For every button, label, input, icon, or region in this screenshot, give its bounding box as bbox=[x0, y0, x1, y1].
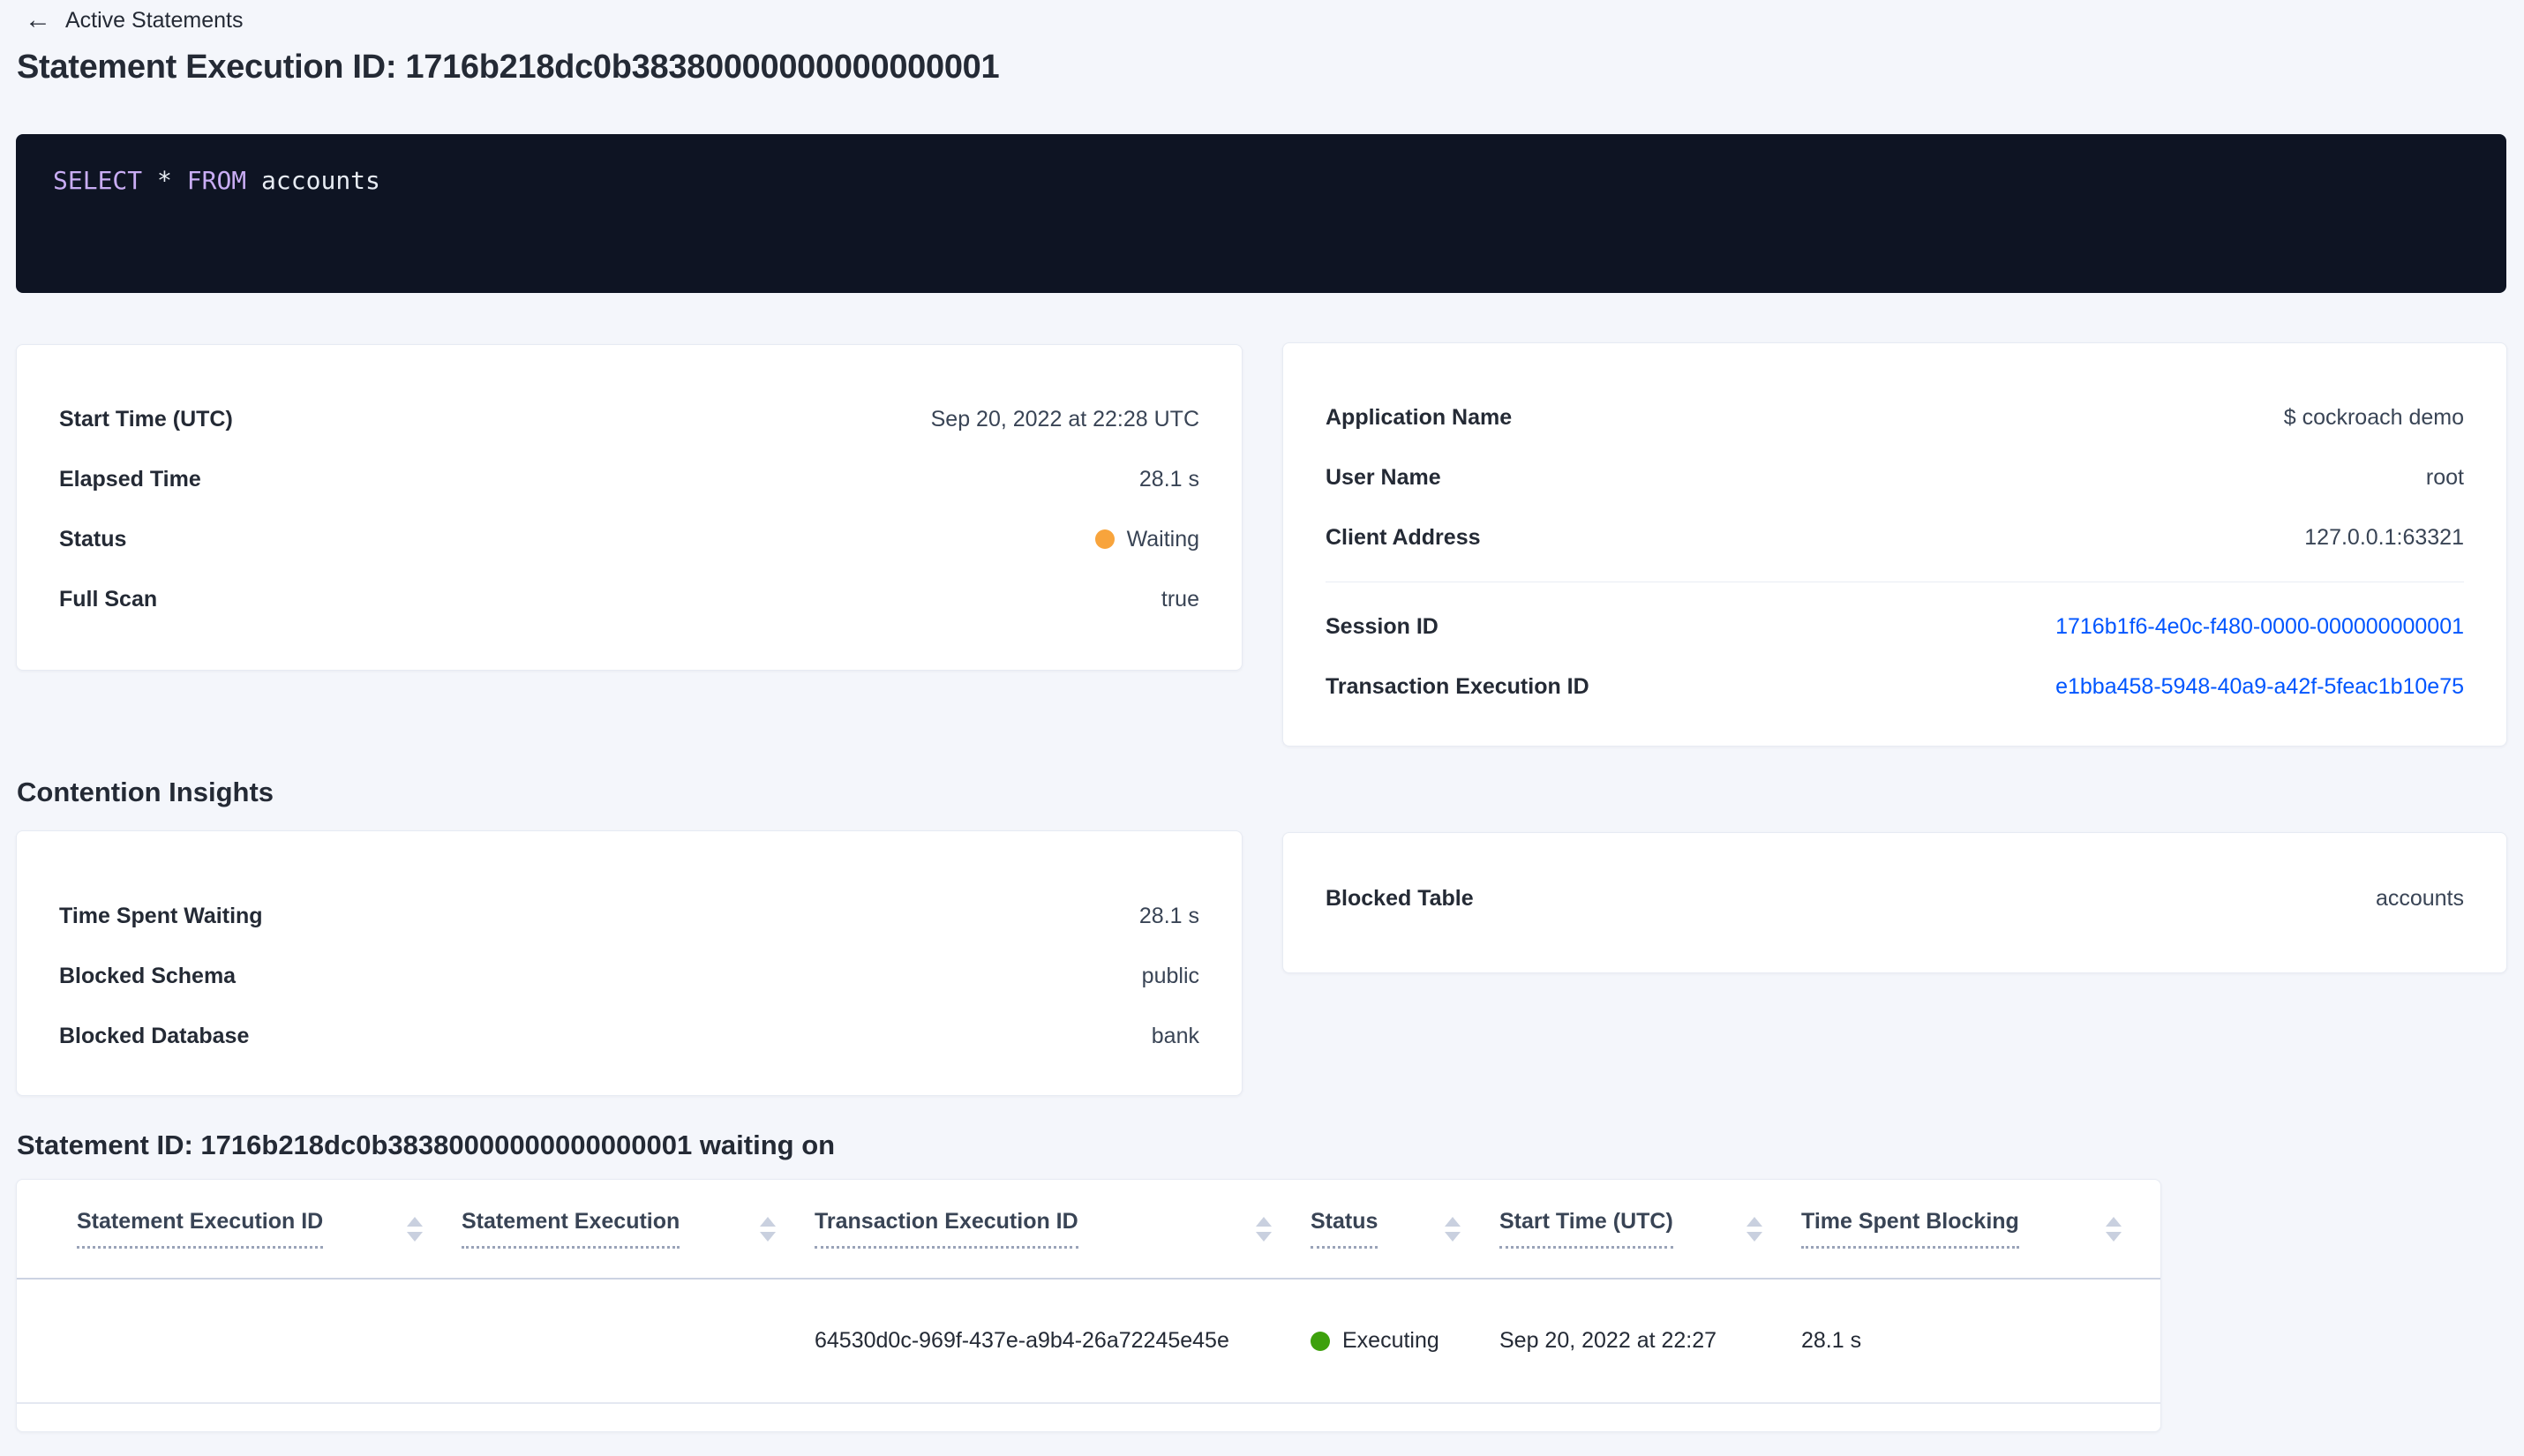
info-row-start-time: Start Time (UTC) Sep 20, 2022 at 22:28 U… bbox=[59, 389, 1199, 449]
info-value: 127.0.0.1:63321 bbox=[2304, 524, 2464, 550]
info-value: root bbox=[2425, 464, 2464, 490]
session-details-card: Application Name $ cockroach demo User N… bbox=[1282, 342, 2507, 747]
info-row-full-scan: Full Scan true bbox=[59, 569, 1199, 629]
info-label: Time Spent Waiting bbox=[59, 903, 263, 928]
cell-time-spent-blocking: 28.1 s bbox=[1801, 1328, 1862, 1353]
statement-details-page: { "colors": { "page_background": "#f4f6f… bbox=[0, 0, 2524, 1456]
sql-keyword-select: SELECT bbox=[53, 166, 143, 195]
sort-up-arrow-icon bbox=[2106, 1216, 2122, 1227]
info-row-session-id: Session ID 1716b1f6-4e0c-f480-0000-00000… bbox=[1326, 597, 2464, 657]
sql-statement: SELECT * FROM accounts bbox=[53, 164, 2469, 198]
sql-operator: * bbox=[142, 166, 187, 195]
sort-down-arrow-icon bbox=[407, 1231, 423, 1242]
back-link-label[interactable]: Active Statements bbox=[65, 8, 243, 34]
info-label: Start Time (UTC) bbox=[59, 406, 233, 432]
sort-up-arrow-icon bbox=[760, 1216, 776, 1227]
info-label: Client Address bbox=[1326, 524, 1481, 550]
sql-statement-box: SELECT * FROM accounts bbox=[16, 134, 2506, 293]
info-row-status: Status Waiting bbox=[59, 509, 1199, 569]
info-label: Blocked Database bbox=[59, 1023, 250, 1048]
info-value: true bbox=[1161, 586, 1199, 612]
blocked-table-card: Blocked Table accounts bbox=[1282, 832, 2507, 973]
table-header-row: Statement Execution ID Statement Executi… bbox=[17, 1180, 2160, 1280]
column-header-statement-execution-id: Statement Execution ID bbox=[77, 1209, 462, 1249]
column-header-transaction-execution-id: Transaction Execution ID bbox=[815, 1209, 1311, 1249]
waiting-on-table-card: Statement Execution ID Statement Executi… bbox=[16, 1179, 2161, 1432]
info-value: public bbox=[1141, 963, 1199, 988]
info-value: accounts bbox=[2375, 885, 2464, 911]
info-label: Application Name bbox=[1326, 404, 1513, 430]
status-text: Executing bbox=[1342, 1328, 1439, 1353]
sort-down-arrow-icon bbox=[1747, 1231, 1762, 1242]
info-label: Blocked Table bbox=[1326, 885, 1474, 911]
info-value: 28.1 s bbox=[1138, 903, 1199, 928]
column-header-label[interactable]: Time Spent Blocking bbox=[1801, 1209, 2019, 1249]
sort-icon[interactable] bbox=[2106, 1216, 2122, 1242]
column-header-label[interactable]: Transaction Execution ID bbox=[815, 1209, 1078, 1249]
sort-icon[interactable] bbox=[1256, 1216, 1272, 1242]
sql-table-ref: accounts bbox=[246, 166, 380, 195]
info-row-time-spent-waiting: Time Spent Waiting 28.1 s bbox=[59, 886, 1199, 946]
column-header-label[interactable]: Status bbox=[1311, 1209, 1378, 1249]
cell-start-time: Sep 20, 2022 at 22:27 bbox=[1499, 1328, 1717, 1353]
info-row-blocked-database: Blocked Database bank bbox=[59, 1006, 1199, 1066]
contention-insights-heading: Contention Insights bbox=[17, 777, 274, 807]
info-label: Transaction Execution ID bbox=[1326, 673, 1589, 699]
sort-up-arrow-icon bbox=[1747, 1216, 1762, 1227]
sort-icon[interactable] bbox=[1445, 1216, 1461, 1242]
sort-down-arrow-icon bbox=[1256, 1231, 1272, 1242]
sort-up-arrow-icon bbox=[1256, 1216, 1272, 1227]
execution-overview-card: Start Time (UTC) Sep 20, 2022 at 22:28 U… bbox=[16, 344, 1243, 671]
session-id-link[interactable]: 1716b1f6-4e0c-f480-0000-000000000001 bbox=[2055, 614, 2464, 640]
transaction-execution-id-link[interactable]: e1bba458-5948-40a9-a42f-5feac1b10e75 bbox=[2055, 674, 2464, 700]
info-value: $ cockroach demo bbox=[2283, 404, 2464, 430]
table-row: 64530d0c-969f-437e-a9b4-26a72245e45e Exe… bbox=[17, 1280, 2160, 1404]
info-row-blocked-schema: Blocked Schema public bbox=[59, 946, 1199, 1006]
info-row-client-address: Client Address 127.0.0.1:63321 bbox=[1326, 507, 2464, 567]
sort-down-arrow-icon bbox=[760, 1231, 776, 1242]
sql-keyword-from: FROM bbox=[186, 166, 247, 195]
column-header-time-spent-blocking: Time Spent Blocking bbox=[1801, 1209, 2160, 1249]
info-row-user-name: User Name root bbox=[1326, 447, 2464, 507]
sort-down-arrow-icon bbox=[1445, 1231, 1461, 1242]
waiting-on-heading: Statement ID: 1716b218dc0b38380000000000… bbox=[17, 1130, 836, 1160]
status-text: Waiting bbox=[1126, 526, 1199, 552]
info-label: Session ID bbox=[1326, 613, 1439, 639]
sort-icon[interactable] bbox=[407, 1216, 423, 1242]
cell-transaction-execution-id: 64530d0c-969f-437e-a9b4-26a72245e45e bbox=[815, 1328, 1229, 1353]
info-value: 28.1 s bbox=[1138, 466, 1199, 492]
cell-status: Executing bbox=[1311, 1328, 1499, 1354]
status-waiting-dot-icon bbox=[1094, 529, 1115, 549]
sort-icon[interactable] bbox=[1747, 1216, 1762, 1242]
info-label: Status bbox=[59, 526, 127, 552]
info-row-application-name: Application Name $ cockroach demo bbox=[1326, 387, 2464, 447]
page-title: Statement Execution ID: 1716b218dc0b3838… bbox=[17, 49, 1000, 86]
sort-up-arrow-icon bbox=[1445, 1216, 1461, 1227]
info-value: Sep 20, 2022 at 22:28 UTC bbox=[930, 406, 1199, 432]
column-header-label[interactable]: Start Time (UTC) bbox=[1499, 1209, 1673, 1249]
back-arrow-icon[interactable]: ← bbox=[25, 7, 51, 34]
column-header-start-time: Start Time (UTC) bbox=[1499, 1209, 1801, 1249]
sort-icon[interactable] bbox=[760, 1216, 776, 1242]
column-header-statement-execution: Statement Execution bbox=[462, 1209, 815, 1249]
info-label: Blocked Schema bbox=[59, 963, 237, 988]
back-nav[interactable]: ← Active Statements bbox=[25, 2, 243, 39]
status-executing-dot-icon bbox=[1311, 1331, 1330, 1351]
contention-waiting-card: Time Spent Waiting 28.1 s Blocked Schema… bbox=[16, 830, 1243, 1096]
info-row-blocked-table: Blocked Table accounts bbox=[1326, 868, 2464, 928]
status-badge: Waiting bbox=[1094, 526, 1199, 552]
sort-up-arrow-icon bbox=[407, 1216, 423, 1227]
column-header-label[interactable]: Statement Execution ID bbox=[77, 1209, 324, 1249]
sort-down-arrow-icon bbox=[2106, 1231, 2122, 1242]
info-label: Full Scan bbox=[59, 586, 158, 612]
column-header-status: Status bbox=[1311, 1209, 1499, 1249]
info-label: User Name bbox=[1326, 464, 1441, 490]
info-row-transaction-execution-id: Transaction Execution ID e1bba458-5948-4… bbox=[1326, 657, 2464, 717]
column-header-label[interactable]: Statement Execution bbox=[462, 1209, 680, 1249]
info-value: bank bbox=[1151, 1023, 1199, 1048]
info-label: Elapsed Time bbox=[59, 466, 201, 492]
info-row-elapsed-time: Elapsed Time 28.1 s bbox=[59, 449, 1199, 509]
